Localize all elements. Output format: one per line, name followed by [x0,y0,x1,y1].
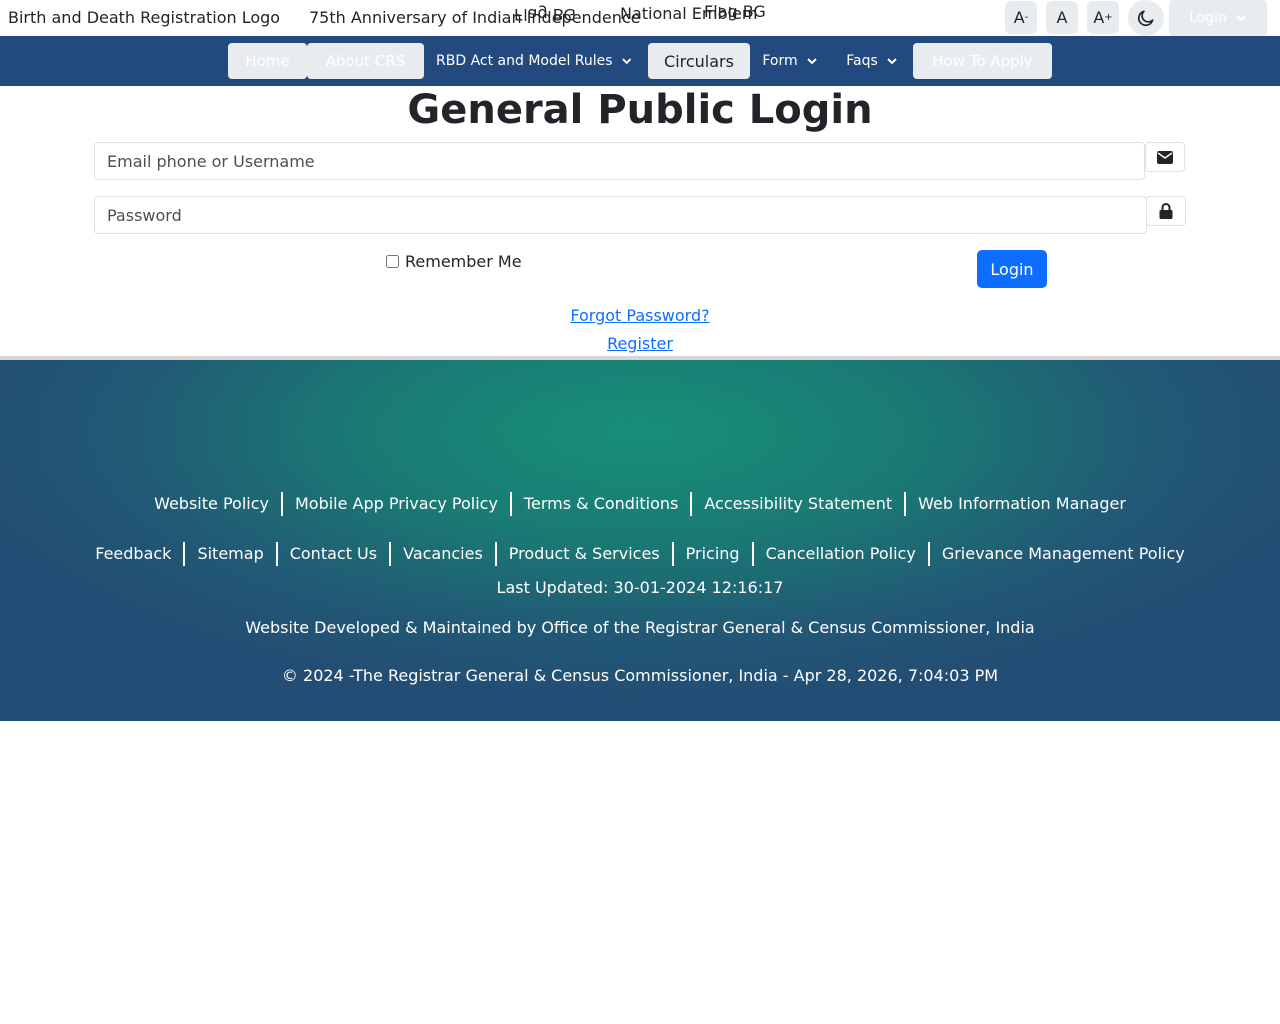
login-menu-label: Login [1189,10,1227,26]
password-addon [1146,196,1186,226]
font-decrease-label: A [1013,8,1025,27]
footer-links-row-1: Website Policy Mobile App Privacy Policy… [0,492,1280,516]
nav-form-label: Form [762,53,798,69]
nav-circulars[interactable]: Circulars [648,43,750,79]
chevron-down-icon [621,58,631,65]
remember-me-checkbox[interactable] [386,255,399,268]
email-addon [1145,142,1185,172]
page-title: General Public Login [407,87,873,133]
crs-logo[interactable]: Birth and Death Registration Logo [8,8,280,28]
developed-by: Website Developed & Maintained by Office… [245,618,1035,637]
nav-how-to-apply[interactable]: How To Apply [913,43,1052,79]
chevron-down-icon [1236,15,1246,22]
nav-rbd-act-label: RBD Act and Model Rules [436,53,613,69]
chevron-down-icon [806,58,817,65]
footer-link[interactable]: Sitemap [183,542,275,566]
font-decrease-button[interactable]: A- [1005,1,1037,34]
footer-link[interactable]: Feedback [83,542,183,566]
font-reset-label: A [1056,8,1068,27]
font-increase-button[interactable]: A + [1087,1,1119,34]
font-increase-sup: + [1104,12,1113,23]
login-menu-button[interactable]: Login [1169,0,1267,36]
chevron-down-icon [887,58,897,65]
footer-link[interactable]: Contact Us [275,542,389,566]
nav-home[interactable]: Home [228,43,307,79]
forgot-password-row: Forgot Password? [0,306,1280,325]
nav-faqs-label: Faqs [846,53,878,69]
flag-bg-right: Flag BG [704,2,766,21]
password-input[interactable] [94,196,1147,234]
register-row: Register [0,334,1280,353]
footer-link[interactable]: Cancellation Policy [751,542,928,566]
font-reset-button[interactable]: A [1046,1,1078,34]
top-header: Birth and Death Registration Logo 75th A… [0,0,1280,36]
nav-about-crs[interactable]: About CRS [307,43,424,79]
remember-me-label: Remember Me [405,252,522,271]
footer-link[interactable]: Terms & Conditions [509,492,690,516]
footer-link[interactable]: Website Policy [142,492,281,516]
anniversary-logo: 75th Anniversary of Indian Independence [309,8,641,27]
nav-form[interactable]: Form [762,43,818,79]
envelope-icon [1157,150,1173,164]
footer-link[interactable]: Web Information Manager [904,492,1138,516]
footer-links-row-2: Feedback Sitemap Contact Us Vacancies Pr… [0,542,1280,566]
login-button[interactable]: Login [977,250,1047,288]
nav-rbd-act[interactable]: RBD Act and Model Rules [436,43,632,79]
main-nav: Home About CRS RBD Act and Model Rules C… [0,36,1280,86]
footer-link[interactable]: Vacancies [389,542,495,566]
theme-toggle-button[interactable] [1128,0,1164,36]
site-footer: Website Policy Mobile App Privacy Policy… [0,360,1280,721]
footer-link[interactable]: Accessibility Statement [690,492,904,516]
last-updated: Last Updated: 30-01-2024 12:16:17 [496,578,784,597]
footer-link[interactable]: Pricing [671,542,752,566]
font-decrease-sup: - [1024,12,1029,23]
font-increase-label: A [1093,8,1105,27]
footer-link[interactable]: Product & Services [494,542,672,566]
forgot-password-link[interactable]: Forgot Password? [570,306,709,325]
copyright: © 2024 -The Registrar General & Census C… [281,666,999,685]
footer-link[interactable]: Grievance Management Policy [927,542,1197,566]
lock-icon [1159,203,1173,219]
username-input[interactable] [94,142,1145,180]
remember-me[interactable]: Remember Me [386,252,522,271]
flag-bg-left: Flag BG [514,5,576,24]
footer-link[interactable]: Mobile App Privacy Policy [280,492,510,516]
moon-icon [1137,10,1154,27]
nav-faqs[interactable]: Faqs [846,43,898,79]
register-link[interactable]: Register [607,334,673,353]
